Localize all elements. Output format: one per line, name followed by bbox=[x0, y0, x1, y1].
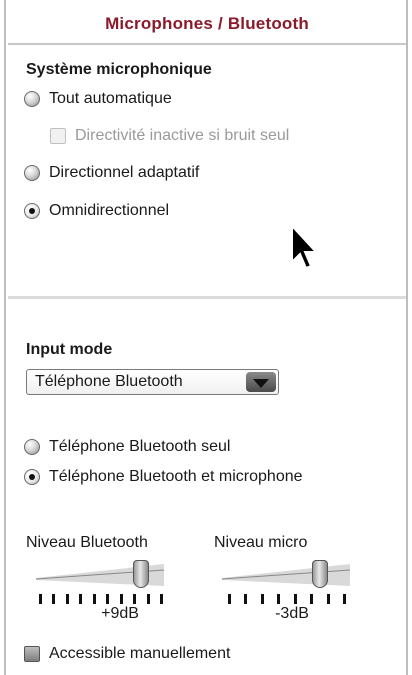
section-divider bbox=[8, 296, 406, 299]
slider-knob[interactable] bbox=[133, 560, 149, 588]
bluetooth-level-slider[interactable] bbox=[36, 560, 164, 590]
input-mode-title: Input mode bbox=[26, 341, 113, 358]
radio-icon[interactable] bbox=[24, 439, 40, 455]
input-mode-value: Téléphone Bluetooth bbox=[35, 373, 183, 390]
micro-level-slider[interactable] bbox=[222, 560, 350, 590]
radio-directionnel-adaptatif[interactable]: Directionnel adaptatif bbox=[24, 164, 199, 182]
checkbox-accessible-manuellement[interactable]: Accessible manuellement bbox=[24, 645, 230, 663]
radio-icon-selected[interactable] bbox=[24, 469, 40, 485]
radio-label: Téléphone Bluetooth et microphone bbox=[49, 468, 303, 485]
micro-level-value: -3dB bbox=[275, 605, 309, 622]
radio-bluetooth-seul[interactable]: Téléphone Bluetooth seul bbox=[24, 438, 230, 456]
checkbox-icon[interactable] bbox=[24, 646, 40, 662]
radio-omnidirectionnel[interactable]: Omnidirectionnel bbox=[24, 202, 169, 220]
bluetooth-slider-ticks bbox=[39, 594, 163, 604]
checkbox-icon[interactable] bbox=[50, 128, 66, 144]
bluetooth-level-label: Niveau Bluetooth bbox=[26, 534, 148, 551]
micro-slider-ticks bbox=[228, 594, 346, 604]
chevron-down-icon[interactable] bbox=[246, 372, 276, 392]
radio-icon[interactable] bbox=[24, 165, 40, 181]
radio-label: Directionnel adaptatif bbox=[49, 164, 200, 181]
input-mode-select[interactable]: Téléphone Bluetooth bbox=[26, 369, 279, 395]
mouse-pointer-icon bbox=[291, 224, 319, 270]
bluetooth-level-value: +9dB bbox=[101, 605, 139, 622]
header-divider bbox=[8, 43, 406, 45]
checkbox-directivite[interactable]: Directivité inactive si bruit seul bbox=[50, 127, 289, 145]
micro-level-label: Niveau micro bbox=[214, 534, 308, 551]
checkbox-label: Accessible manuellement bbox=[49, 645, 231, 662]
slider-knob[interactable] bbox=[312, 560, 328, 588]
radio-label: Omnidirectionnel bbox=[49, 202, 170, 219]
radio-icon[interactable] bbox=[24, 91, 40, 107]
radio-tout-automatique[interactable]: Tout automatique bbox=[24, 90, 172, 108]
page-title: Microphones / Bluetooth bbox=[105, 14, 309, 33]
mic-system-title: Système microphonique bbox=[26, 61, 212, 78]
slider-ramp bbox=[222, 564, 350, 586]
checkbox-label: Directivité inactive si bruit seul bbox=[75, 127, 290, 144]
radio-icon-selected[interactable] bbox=[24, 203, 40, 219]
radio-label: Téléphone Bluetooth seul bbox=[49, 438, 231, 455]
radio-label: Tout automatique bbox=[49, 90, 172, 107]
radio-bluetooth-et-microphone[interactable]: Téléphone Bluetooth et microphone bbox=[24, 468, 303, 486]
